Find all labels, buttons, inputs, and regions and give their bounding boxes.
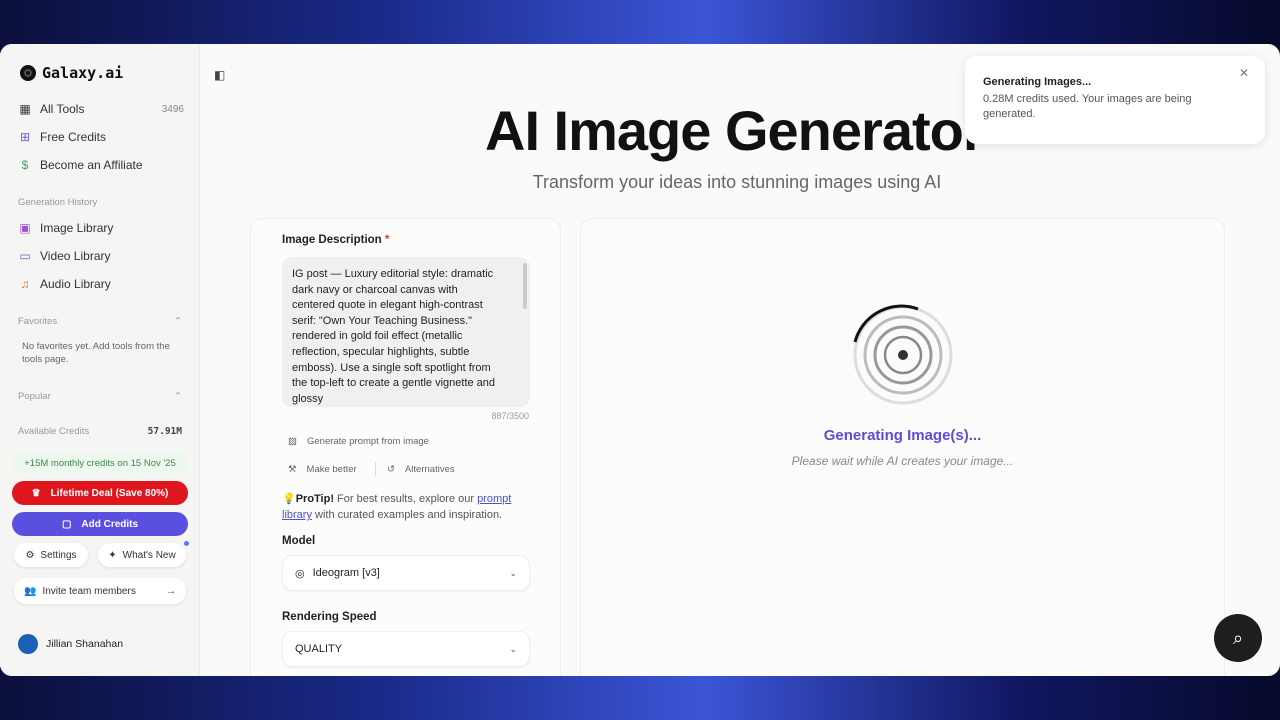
toast-notification: Generating Images... 0.28M credits used.… [965,56,1265,144]
make-better-button[interactable]: ⚒ Make better [288,464,357,475]
chevron-up-icon[interactable]: ⌃ [174,316,182,327]
notification-dot [184,541,189,546]
label: Free Credits [40,130,106,144]
user-name: Jillian Shanahan [46,638,123,650]
sidebar-item-affiliate[interactable]: $ Become an Affiliate [18,158,184,172]
label: Video Library [40,249,111,263]
image-icon: ▣ [18,221,32,235]
loading-spinner-icon [852,304,954,406]
sidebar-item-all-tools[interactable]: ▦ All Tools 3496 [18,102,184,116]
generate-from-image-button[interactable]: ▨ Generate prompt from image [288,436,429,447]
history-heading: Generation History [18,197,182,208]
model-label: Model [282,535,315,547]
credits-value: 57.91M [148,426,182,437]
zoom-search-button[interactable]: ⌕ [1214,614,1262,662]
chevron-down-icon: ⌄ [509,568,517,579]
textarea-scrollbar[interactable] [523,263,527,309]
sidebar-item-free-credits[interactable]: ⊞ Free Credits [18,130,184,144]
crown-icon: ♛ [32,488,41,499]
model-icon: ◎ [295,567,305,580]
available-credits: Available Credits57.91M [18,426,182,437]
brand-name: Galaxy.ai [42,64,123,82]
char-count: 887/3500 [491,411,529,421]
toast-message: 0.28M credits used. Your images are bein… [983,92,1213,122]
grid-icon: ▦ [18,102,32,116]
add-credits-button[interactable]: ▢ Add Credits [12,512,188,536]
gear-icon: ⚙ [25,550,34,561]
label: What's New [123,550,176,561]
settings-button[interactable]: ⚙ Settings [14,543,88,567]
description-textarea[interactable]: IG post — Luxury editorial style: dramat… [282,257,530,407]
sparkle-icon: ✦ [108,550,116,561]
speed-select[interactable]: QUALITY ⌄ [282,631,530,667]
divider [375,462,376,476]
video-icon: ▭ [18,249,32,263]
close-icon[interactable]: ✕ [1239,66,1249,80]
history-icon: ↺ [387,464,395,475]
label: Image Library [40,221,113,235]
toast-title: Generating Images... [983,76,1247,88]
wallet-icon: ▢ [62,519,71,530]
label: Settings [40,550,76,561]
form-card: Image Description * IG post — Luxury edi… [250,218,561,676]
popular-heading[interactable]: Popular⌃ [18,391,182,402]
output-card [580,218,1225,676]
page-title: AI Image Generator [485,98,984,163]
generating-status: Generating Image(s)... [580,427,1225,444]
team-icon: 👥 [24,586,36,597]
label: Add Credits [81,519,138,530]
speed-label: Rendering Speed [282,611,377,623]
monthly-credits-note: +15M monthly credits on 15 Nov '25 [12,452,188,474]
sidebar: Galaxy.ai ▦ All Tools 3496 ⊞ Free Credits $… [0,44,200,676]
chevron-up-icon[interactable]: ⌃ [174,391,182,402]
description-label: Image Description * [282,234,389,246]
app-window: Galaxy.ai ▦ All Tools 3496 ⊞ Free Credits $… [0,44,1280,676]
label: All Tools [40,102,84,116]
image-icon: ▨ [288,436,297,447]
invite-team-button[interactable]: 👥 Invite team members → [14,578,186,604]
generating-subtitle: Please wait while AI creates your image.… [580,454,1225,468]
value: Ideogram [v3] [313,567,380,579]
pro-tip: 💡ProTip! For best results, explore our p… [282,491,532,523]
label: Generate prompt from image [307,436,429,447]
label: Make better [307,464,357,475]
user-profile[interactable]: Jillian Shanahan [18,634,123,654]
gift-icon: ⊞ [18,130,32,144]
tool-count: 3496 [162,104,184,115]
music-icon: ♫ [18,277,32,291]
magic-wand-icon: ⚒ [288,464,297,475]
dollar-icon: $ [18,158,32,172]
arrow-right-icon: → [166,586,176,597]
sidebar-item-audio-library[interactable]: ♫ Audio Library [18,277,184,291]
sidebar-item-image-library[interactable]: ▣ Image Library [18,221,184,235]
model-select[interactable]: ◎ Ideogram [v3] ⌄ [282,555,530,591]
avatar [18,634,38,654]
favorites-heading[interactable]: Favorites⌃ [18,316,182,327]
favorites-empty: No favorites yet. Add tools from the too… [22,340,172,366]
label: Invite team members [42,586,135,597]
sidebar-item-video-library[interactable]: ▭ Video Library [18,249,184,263]
galaxy-logo-icon [20,65,36,81]
value: QUALITY [295,643,342,655]
label: Become an Affiliate [40,158,143,172]
whats-new-button[interactable]: ✦ What's New [98,543,186,567]
brand-logo[interactable]: Galaxy.ai [20,64,123,82]
magnifier-icon: ⌕ [1233,628,1243,649]
chevron-down-icon: ⌄ [509,644,517,655]
lifetime-deal-button[interactable]: ♛ Lifetime Deal (Save 80%) [12,481,188,505]
alternatives-button[interactable]: ↺ Alternatives [387,464,455,475]
lightbulb-icon: 💡 [282,493,296,505]
label: Audio Library [40,277,111,291]
sidebar-toggle-icon[interactable]: ◧ [214,68,225,82]
page-subtitle: Transform your ideas into stunning image… [0,172,1280,193]
label: Alternatives [405,464,455,475]
label: Lifetime Deal (Save 80%) [51,488,169,499]
